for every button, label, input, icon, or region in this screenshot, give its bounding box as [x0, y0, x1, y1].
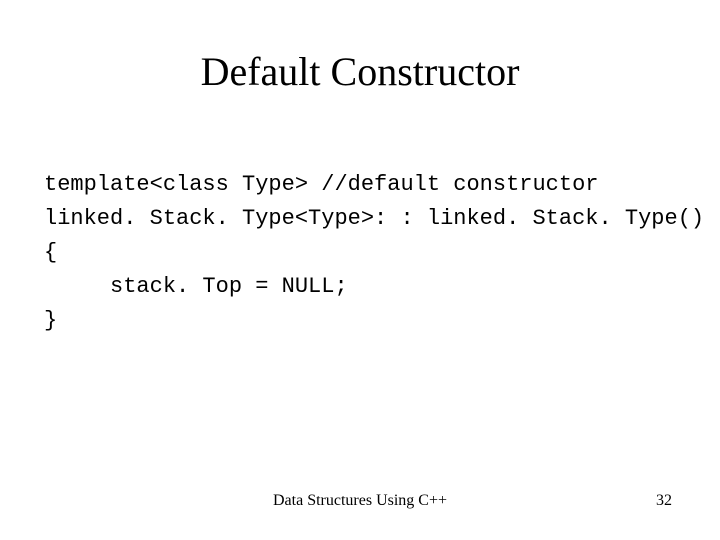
- code-line-5: }: [44, 308, 57, 333]
- slide-title: Default Constructor: [0, 48, 720, 95]
- code-line-2: linked. Stack. Type<Type>: : linked. Sta…: [44, 206, 704, 231]
- code-line-3: {: [44, 240, 57, 265]
- slide: Default Constructor template<class Type>…: [0, 0, 720, 540]
- code-block: template<class Type> //default construct…: [44, 168, 704, 338]
- footer-text: Data Structures Using C++: [0, 492, 720, 510]
- page-number: 32: [656, 492, 672, 510]
- code-line-1: template<class Type> //default construct…: [44, 172, 599, 197]
- code-line-4: stack. Top = NULL;: [44, 274, 348, 299]
